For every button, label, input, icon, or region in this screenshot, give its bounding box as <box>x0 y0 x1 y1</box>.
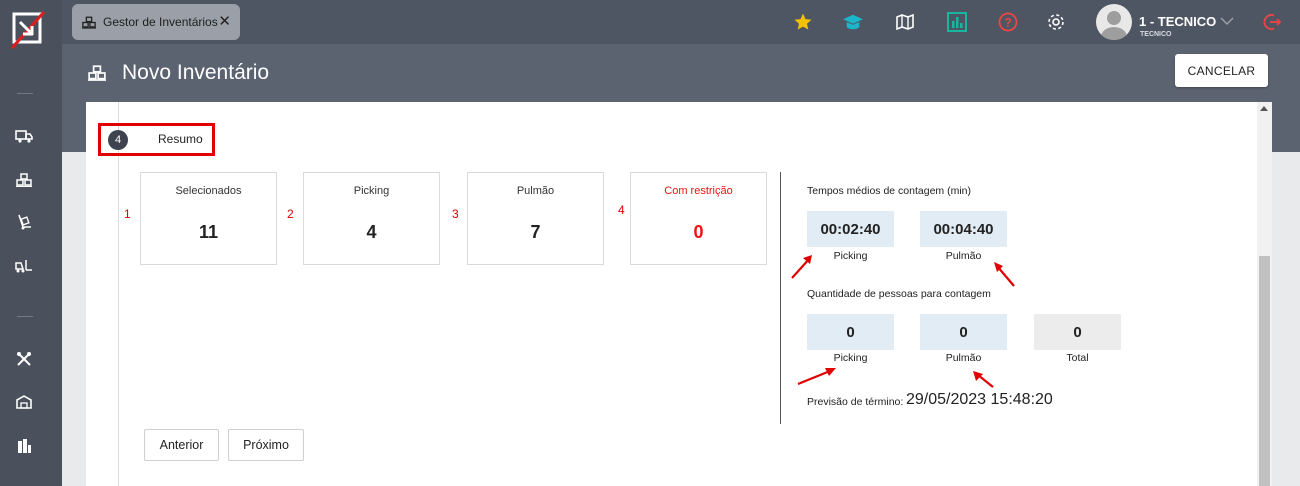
app-logo-icon[interactable] <box>8 8 48 50</box>
pallet-boxes-icon <box>88 65 106 81</box>
warehouse-icon[interactable] <box>14 392 34 412</box>
forklift-icon[interactable] <box>14 256 34 276</box>
stepper-line <box>118 102 119 486</box>
annotation-arrow <box>973 371 994 388</box>
people-total-value: 0 <box>1034 314 1121 350</box>
card-picking: Picking 4 <box>303 172 440 265</box>
tab-close-icon[interactable]: ✕ <box>218 14 231 29</box>
top-bar: Gestor de Inventários ✕ ? 1 - TECNICO TE… <box>62 0 1300 44</box>
main-panel: 4 Resumo 1 Selecionados 11 2 Picking 4 3… <box>86 102 1272 486</box>
vertical-divider <box>780 172 781 424</box>
map-icon[interactable] <box>894 11 916 33</box>
people-picking-value: 0 <box>807 314 894 350</box>
hand-truck-icon[interactable] <box>14 212 34 232</box>
cancel-button[interactable]: CANCELAR <box>1175 54 1268 87</box>
times-section-title: Tempos médios de contagem (min) <box>807 185 971 197</box>
time-picking-label: Picking <box>833 250 868 262</box>
previous-button[interactable]: Anterior <box>144 429 219 461</box>
scrollbar[interactable] <box>1257 102 1272 486</box>
card-value: 4 <box>366 222 377 242</box>
tab-gestor-inventarios[interactable]: Gestor de Inventários ✕ <box>72 4 240 40</box>
chevron-down-icon[interactable] <box>1220 16 1234 26</box>
card-value: 11 <box>198 222 219 242</box>
graduation-cap-icon[interactable] <box>842 11 864 33</box>
avatar[interactable] <box>1096 4 1132 40</box>
annotation-arrow <box>797 368 836 386</box>
annotation-number: 2 <box>287 207 294 221</box>
step-number-badge: 4 <box>108 130 128 150</box>
pallet-boxes-icon <box>82 16 96 29</box>
sidebar-separator <box>17 316 33 317</box>
star-icon[interactable] <box>792 11 814 33</box>
people-total-label: Total <box>1066 352 1089 364</box>
forecast-label: Previsão de término: <box>807 396 904 408</box>
scroll-thumb[interactable] <box>1259 256 1270 486</box>
buildings-icon[interactable] <box>14 436 34 456</box>
time-pulmao-value: 00:04:40 <box>920 211 1007 247</box>
truck-icon[interactable] <box>14 126 34 146</box>
step-label: Resumo <box>158 132 203 146</box>
annotation-arrow <box>994 262 1015 287</box>
annotation-arrow <box>791 255 812 279</box>
scroll-up-arrow-icon[interactable] <box>1260 106 1268 111</box>
logout-icon[interactable] <box>1262 12 1282 32</box>
people-pulmao-value: 0 <box>920 314 1007 350</box>
people-pulmao-label: Pulmão <box>945 352 982 364</box>
sidebar-separator <box>17 93 33 94</box>
user-name[interactable]: 1 - TECNICO <box>1139 14 1216 29</box>
annotation-number: 4 <box>618 203 625 217</box>
time-picking-value: 00:02:40 <box>807 211 894 247</box>
chart-icon[interactable] <box>946 11 968 33</box>
user-role: TECNICO <box>1140 31 1172 38</box>
step-resumo[interactable]: 4 Resumo <box>98 123 215 156</box>
annotation-number: 3 <box>452 207 459 221</box>
next-button[interactable]: Próximo <box>228 429 304 461</box>
card-title: Pulmão <box>516 185 555 197</box>
card-value: 7 <box>530 222 541 242</box>
card-value: 0 <box>693 222 704 242</box>
tools-icon[interactable] <box>14 349 34 369</box>
gear-icon[interactable] <box>1045 11 1067 33</box>
sidebar <box>0 0 62 486</box>
page-title: Novo Inventário <box>122 61 270 84</box>
card-selecionados: Selecionados 11 <box>140 172 277 265</box>
card-pulmao: Pulmão 7 <box>467 172 604 265</box>
help-icon[interactable]: ? <box>997 11 1019 33</box>
people-section-title: Quantidade de pessoas para contagem <box>807 288 991 300</box>
card-com-restricao: Com restrição 0 <box>630 172 767 265</box>
pallet-boxes-icon[interactable] <box>14 170 34 190</box>
card-title: Selecionados <box>175 185 242 197</box>
svg-text:?: ? <box>1004 16 1011 30</box>
card-title: Picking <box>353 185 390 197</box>
card-title: Com restrição <box>664 185 733 197</box>
forecast-value: 29/05/2023 15:48:20 <box>906 391 1053 408</box>
annotation-number: 1 <box>124 207 131 221</box>
tab-label: Gestor de Inventários <box>103 15 218 29</box>
